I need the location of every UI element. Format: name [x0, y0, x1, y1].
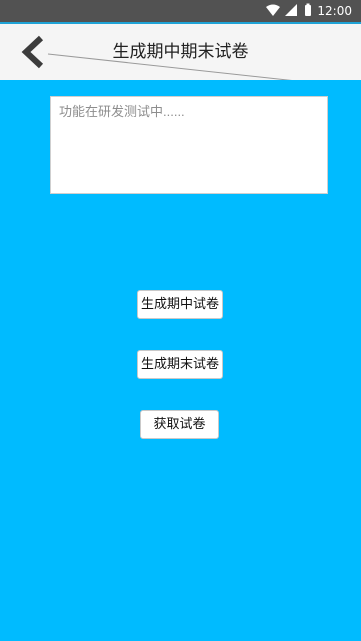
development-notice-text: 功能在研发测试中......	[59, 104, 185, 119]
wifi-icon	[266, 4, 280, 16]
app-bar: 生成期中期末试卷	[0, 24, 361, 80]
generate-final-button[interactable]: 生成期末试卷	[137, 350, 223, 379]
battery-icon	[305, 5, 311, 16]
status-time: 12:00	[317, 4, 352, 18]
get-exam-button[interactable]: 获取试卷	[140, 410, 219, 439]
page-title: 生成期中期末试卷	[112, 42, 249, 62]
generate-midterm-button[interactable]: 生成期中试卷	[137, 290, 223, 319]
back-button[interactable]	[14, 32, 54, 72]
cellular-signal-icon	[285, 4, 297, 16]
status-icons	[266, 3, 311, 16]
status-bar: 12:00	[0, 0, 361, 22]
chevron-left-icon	[21, 35, 44, 69]
development-notice-box: 功能在研发测试中......	[50, 96, 328, 194]
